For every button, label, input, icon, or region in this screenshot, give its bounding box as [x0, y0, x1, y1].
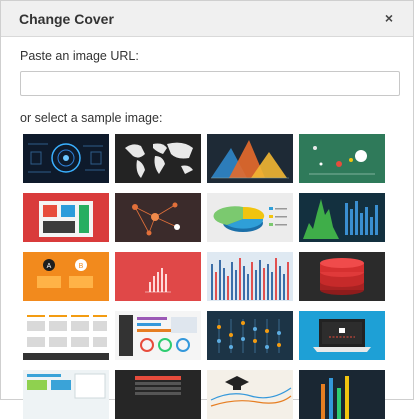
- svg-text:B: B: [79, 263, 84, 270]
- sample-thumb-graduation-line[interactable]: [207, 370, 293, 419]
- sample-thumb-green-dots[interactable]: [299, 134, 385, 183]
- image-url-input[interactable]: [20, 71, 400, 96]
- sample-thumb-laptop[interactable]: [299, 311, 385, 360]
- dialog-title: Change Cover: [19, 11, 114, 27]
- sample-thumb-red-bars[interactable]: [115, 252, 201, 301]
- sample-thumb-red-infographic[interactable]: [23, 193, 109, 242]
- sample-label: or select a sample image:: [20, 111, 163, 125]
- sample-thumb-light-infographic[interactable]: [23, 370, 109, 419]
- sample-thumb-orange-ab[interactable]: A B: [23, 252, 109, 301]
- sample-thumb-forest-bars[interactable]: [299, 193, 385, 242]
- dialog-header: Change Cover ×: [1, 1, 413, 37]
- sample-thumb-mountain-chart[interactable]: [207, 134, 293, 183]
- sample-thumb-3d-pie[interactable]: [207, 193, 293, 242]
- svg-text:A: A: [47, 263, 52, 270]
- sample-thumb-dark-bars[interactable]: [299, 370, 385, 419]
- change-cover-dialog: Change Cover × Paste an image URL: or se…: [0, 0, 414, 419]
- url-label: Paste an image URL:: [20, 49, 139, 63]
- sample-thumb-orange-dots[interactable]: [207, 311, 293, 360]
- close-icon[interactable]: ×: [385, 10, 393, 26]
- sample-thumb-blue-columns[interactable]: [207, 252, 293, 301]
- sample-thumb-world-map[interactable]: [115, 134, 201, 183]
- sample-thumb-network-graph[interactable]: [115, 193, 201, 242]
- sample-thumb-orange-grid[interactable]: [23, 311, 109, 360]
- sample-thumb-red-stack[interactable]: [299, 252, 385, 301]
- sample-thumb-tech-circuit[interactable]: [23, 134, 109, 183]
- sample-thumb-dark-table[interactable]: [115, 370, 201, 419]
- sample-thumb-dashboard[interactable]: [115, 311, 201, 360]
